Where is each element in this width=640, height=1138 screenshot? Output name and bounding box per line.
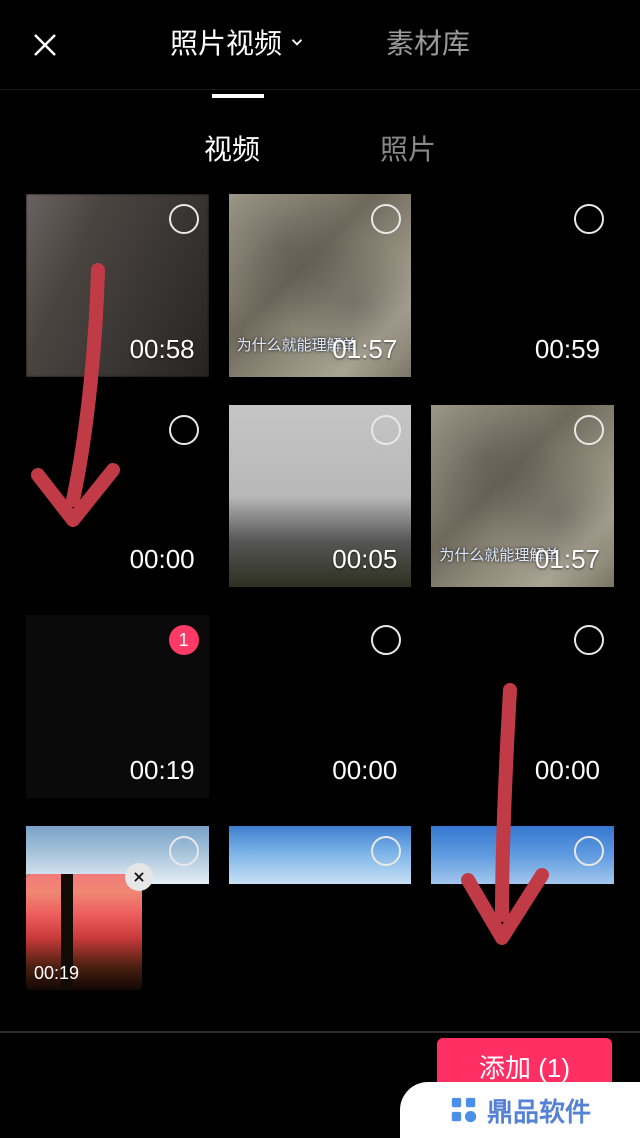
watermark-icon <box>449 1095 479 1125</box>
watermark: 鼎品软件 <box>400 1082 640 1138</box>
tray-item[interactable]: 00:19 <box>26 874 142 990</box>
add-button-label: 添加 (1) <box>479 1048 570 1085</box>
video-duration: 00:19 <box>130 755 195 786</box>
subtab-video[interactable]: 视频 <box>204 128 260 168</box>
video-duration: 00:58 <box>130 334 195 365</box>
selection-ring[interactable] <box>371 415 401 445</box>
video-duration: 00:05 <box>332 544 397 575</box>
subtab-video-label: 视频 <box>204 134 260 165</box>
subtab-photo-label: 照片 <box>380 134 436 165</box>
selection-ring[interactable] <box>574 204 604 234</box>
tab-material-library-label: 素材库 <box>386 22 470 62</box>
selection-tray: 00:19 <box>26 874 614 1016</box>
video-duration: 00:00 <box>535 755 600 786</box>
video-cell[interactable]: 00:05 <box>229 405 412 588</box>
video-cell[interactable]: 00:59 <box>431 194 614 377</box>
video-grid: 00:58 为什么就能理解单01:57 00:59 00:00 00:05 为什么就能理解… <box>0 194 640 884</box>
video-cell[interactable]: 00:00 <box>431 615 614 798</box>
video-duration: 00:00 <box>332 755 397 786</box>
watermark-text: 鼎品软件 <box>487 1092 591 1129</box>
bottom-divider <box>0 1031 640 1033</box>
video-duration: 01:57 <box>535 544 600 575</box>
video-cell[interactable]: 为什么就能理解单01:57 <box>229 194 412 377</box>
close-icon <box>132 870 146 884</box>
video-duration: 01:57 <box>332 334 397 365</box>
chevron-down-icon <box>288 33 306 51</box>
selection-ring[interactable] <box>169 415 199 445</box>
video-cell[interactable]: 1 00:19 <box>26 615 209 798</box>
selection-ring[interactable] <box>574 415 604 445</box>
header-bar: 照片视频 素材库 <box>0 0 640 90</box>
tray-remove-button[interactable] <box>125 863 153 891</box>
close-button[interactable] <box>0 0 90 90</box>
subtab-photo[interactable]: 照片 <box>380 128 436 168</box>
close-icon <box>30 30 60 60</box>
tray-duration: 00:19 <box>34 963 79 984</box>
video-cell[interactable]: 00:00 <box>26 405 209 588</box>
tab-photos-videos[interactable]: 照片视频 <box>170 22 306 68</box>
video-cell[interactable]: 00:58 <box>26 194 209 377</box>
selection-ring[interactable] <box>574 836 604 866</box>
selection-badge[interactable]: 1 <box>169 625 199 655</box>
sub-tabs: 视频 照片 <box>0 128 640 168</box>
video-cell[interactable]: 为什么就能理解单01:57 <box>431 405 614 588</box>
video-duration: 00:59 <box>535 334 600 365</box>
video-duration: 00:00 <box>130 544 195 575</box>
selection-ring[interactable] <box>169 836 199 866</box>
video-cell[interactable]: 00:00 <box>229 615 412 798</box>
tab-photos-videos-label: 照片视频 <box>170 22 282 62</box>
selection-ring[interactable] <box>169 204 199 234</box>
tab-material-library[interactable]: 素材库 <box>386 22 470 68</box>
